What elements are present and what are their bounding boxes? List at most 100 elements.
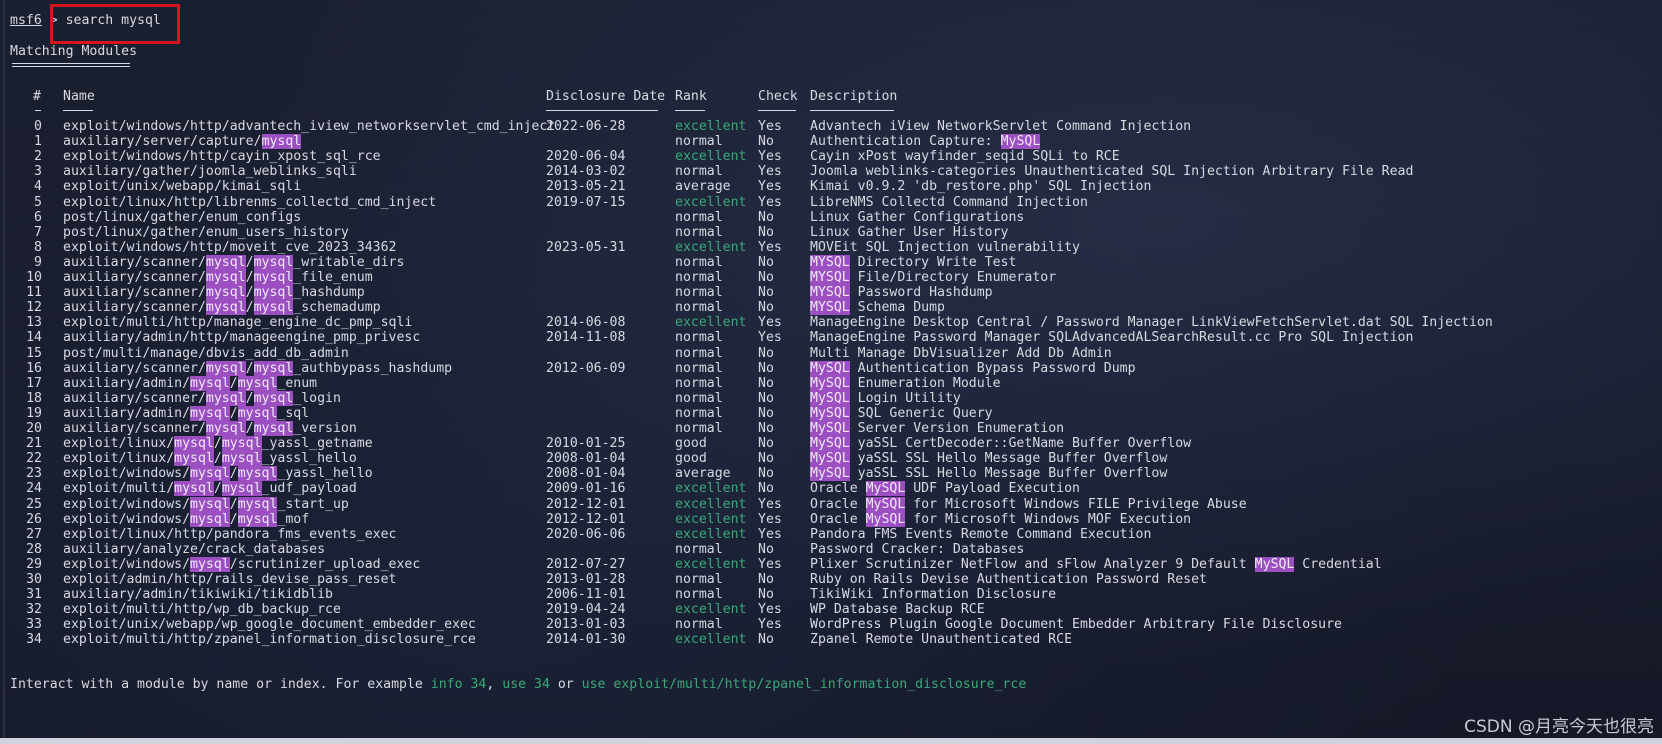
- row-description: Zpanel Remote Unauthenticated RCE: [810, 632, 1073, 648]
- table-row[interactable]: 17 auxiliary/admin/mysql/mysql_enum normal…: [0, 375, 1662, 392]
- table-row[interactable]: 21 exploit/linux/mysql/mysql_yassl_getnam…: [0, 436, 1662, 452]
- row-description: MOVEit SQL Injection vulnerability: [810, 239, 1080, 255]
- row-rank: excellent: [675, 149, 747, 165]
- table-row[interactable]: 23 exploit/windows/mysql/mysql_yassl_hell…: [0, 466, 1662, 482]
- footer-example-info[interactable]: info 34: [431, 677, 487, 692]
- table-row[interactable]: 33 exploit/unix/webapp/wp_google_document…: [0, 617, 1662, 633]
- table-row[interactable]: 19 auxiliary/admin/mysql/mysql_sql normal N…: [0, 405, 1662, 422]
- row-name: auxiliary/scanner/mysql/mysql_login: [63, 390, 341, 406]
- table-row[interactable]: 34 exploit/multi/http/zpanel_information_…: [0, 632, 1662, 648]
- row-check: No: [758, 541, 774, 557]
- row-description: MySQL yaSSL CertDecoder::GetName Buffer …: [810, 436, 1192, 452]
- row-index: 22: [26, 451, 42, 467]
- table-row[interactable]: 13 exploit/multi/http/manage_engine_dc_pm…: [0, 315, 1662, 331]
- search-match-highlight: mysql: [205, 254, 246, 270]
- table-row[interactable]: 20 auxiliary/scanner/mysql/mysql_version n…: [0, 421, 1662, 437]
- row-name: post/linux/gather/enum_users_history: [63, 224, 349, 240]
- table-row[interactable]: 6 post/linux/gather/enum_configs normal No L…: [0, 210, 1662, 226]
- row-name: auxiliary/analyze/crack_databases: [63, 541, 326, 557]
- row-name: exploit/linux/mysql/mysql_yassl_getname: [63, 436, 373, 452]
- row-index: 13: [26, 315, 42, 331]
- search-match-highlight: mysql: [205, 285, 246, 301]
- row-date: 2012-12-01: [546, 496, 626, 512]
- row-index: 7: [34, 224, 42, 240]
- row-name: exploit/windows/http/advantech_iview_net…: [63, 119, 556, 134]
- search-match-highlight: MYSQL: [810, 300, 850, 316]
- row-index: 17: [26, 375, 42, 391]
- row-name: exploit/linux/http/pandora_fms_events_ex…: [63, 526, 397, 542]
- table-row[interactable]: 9 auxiliary/scanner/mysql/mysql_writable_…: [0, 254, 1662, 271]
- row-index: 25: [26, 496, 42, 512]
- row-check: Yes: [758, 496, 782, 512]
- table-row[interactable]: 2 exploit/windows/http/cayin_xpost_sql_rc…: [0, 149, 1662, 165]
- table-row[interactable]: 1 auxiliary/server/capture/mysql normal No A…: [0, 134, 1662, 150]
- table-row[interactable]: 18 auxiliary/scanner/mysql/mysql_login nor…: [0, 390, 1662, 407]
- table-row[interactable]: 22 exploit/linux/mysql/mysql_yassl_hello 2…: [0, 451, 1662, 467]
- row-index: 23: [26, 466, 42, 482]
- row-rank: good: [675, 436, 707, 452]
- table-row[interactable]: 28 auxiliary/analyze/crack_databases norma…: [0, 542, 1662, 558]
- row-index: 16: [26, 360, 42, 376]
- table-row[interactable]: 24 exploit/multi/mysql/mysql_udf_payload 2…: [0, 481, 1662, 497]
- row-name: auxiliary/scanner/mysql/mysql_writable_d…: [63, 254, 405, 270]
- row-description: MySQL yaSSL SSL Hello Message Buffer Ove…: [810, 466, 1168, 482]
- row-description: MySQL Authentication Bypass Password Dum…: [810, 360, 1136, 376]
- row-index: 0: [34, 119, 42, 134]
- search-match-highlight: MySQL: [810, 360, 850, 376]
- table-row[interactable]: 15 post/multi/manage/dbvis_add_db_admin no…: [0, 346, 1662, 362]
- footer-prefix: Interact with a module by name or index.…: [10, 677, 431, 692]
- footer-example-use-path[interactable]: use exploit/multi/http/zpanel_informatio…: [582, 677, 1027, 692]
- table-row[interactable]: 4 exploit/unix/webapp/kimai_sqli 2013-05-2…: [0, 179, 1662, 195]
- row-check: No: [758, 345, 774, 361]
- row-index: 34: [26, 632, 42, 648]
- table-row[interactable]: 26 exploit/windows/mysql/mysql_mof 2012-12…: [0, 511, 1662, 528]
- row-rank: normal: [675, 270, 723, 285]
- table-row[interactable]: 10 auxiliary/scanner/mysql/mysql_file_enu…: [0, 270, 1662, 286]
- row-name: exploit/windows/http/cayin_xpost_sql_rce: [63, 149, 381, 165]
- footer-example-use-index[interactable]: use 34: [502, 677, 550, 692]
- table-row[interactable]: 25 exploit/windows/mysql/mysql_start_up 20…: [0, 496, 1662, 513]
- row-rank: excellent: [675, 602, 747, 618]
- search-match-highlight: MySQL: [810, 375, 850, 391]
- table-row[interactable]: 0 exploit/windows/http/advantech_iview_ne…: [0, 119, 1662, 135]
- search-match-highlight: mysql: [205, 360, 246, 376]
- row-check: No: [758, 270, 774, 285]
- row-name: auxiliary/scanner/mysql/mysql_authbypass…: [63, 360, 453, 376]
- row-name: auxiliary/admin/mysql/mysql_sql: [63, 405, 310, 421]
- table-row[interactable]: 16 auxiliary/scanner/mysql/mysql_authbypa…: [0, 360, 1662, 377]
- row-rank: normal: [675, 164, 723, 180]
- row-name: post/linux/gather/enum_configs: [63, 209, 302, 225]
- row-check: Yes: [758, 119, 782, 134]
- row-name: auxiliary/scanner/mysql/mysql_schemadump: [63, 300, 381, 316]
- row-date: 2008-01-04: [546, 466, 626, 482]
- row-description: Oracle MySQL for Microsoft Windows MOF E…: [810, 511, 1192, 527]
- table-row[interactable]: 7 post/linux/gather/enum_users_history nor…: [0, 225, 1662, 241]
- table-row[interactable]: 14 auxiliary/admin/http/manageengine_pmp_…: [0, 330, 1662, 346]
- table-row[interactable]: 29 exploit/windows/mysql/scrutinizer_uplo…: [0, 556, 1662, 573]
- col-date-header: Disclosure Date: [546, 89, 666, 104]
- row-rank: normal: [675, 134, 723, 150]
- row-name: auxiliary/scanner/mysql/mysql_hashdump: [63, 285, 365, 301]
- row-description: Pandora FMS Events Remote Command Execut…: [810, 526, 1152, 542]
- row-date: 2020-06-06: [546, 526, 626, 542]
- table-row[interactable]: 3 auxiliary/gather/joomla_weblinks_sqli 20…: [0, 164, 1662, 180]
- table-row[interactable]: 30 exploit/admin/http/rails_devise_pass_r…: [0, 572, 1662, 588]
- table-row[interactable]: 12 auxiliary/scanner/mysql/mysql_schemadu…: [0, 300, 1662, 316]
- row-description: WP Database Backup RCE: [810, 602, 985, 618]
- row-description: MYSQL File/Directory Enumerator: [810, 270, 1057, 285]
- row-rank: normal: [675, 617, 723, 633]
- row-index: 5: [34, 194, 42, 210]
- row-rank: normal: [675, 390, 723, 406]
- table-row[interactable]: 27 exploit/linux/http/pandora_fms_events_…: [0, 527, 1662, 543]
- row-name: auxiliary/scanner/mysql/mysql_version: [63, 421, 357, 436]
- table-row[interactable]: 32 exploit/multi/http/wp_db_backup_rce 201…: [0, 602, 1662, 618]
- row-rank: normal: [675, 541, 723, 557]
- row-name: exploit/multi/http/wp_db_backup_rce: [63, 602, 341, 618]
- table-row[interactable]: 11 auxiliary/scanner/mysql/mysql_hashdump…: [0, 285, 1662, 301]
- search-match-highlight: mysql: [221, 436, 262, 452]
- footer-sep1: ,: [486, 677, 503, 692]
- table-row[interactable]: 8 exploit/windows/http/moveit_cve_2023_34…: [0, 240, 1662, 256]
- table-row[interactable]: 31 auxiliary/admin/tikiwiki/tikidblib 2006…: [0, 587, 1662, 603]
- row-index: 14: [26, 330, 42, 346]
- table-row[interactable]: 5 exploit/linux/http/librenms_collectd_cm…: [0, 195, 1662, 211]
